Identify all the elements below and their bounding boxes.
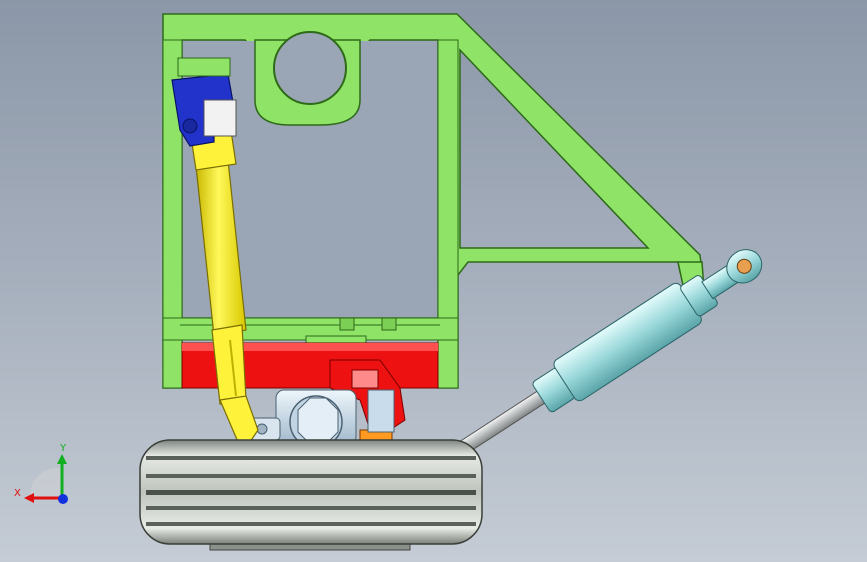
cad-viewport[interactable]: Y X xyxy=(0,0,867,562)
landing-gear-model[interactable]: Y X xyxy=(0,0,867,562)
hydraulic-cylinder[interactable] xyxy=(444,236,772,472)
z-axis-dot xyxy=(58,494,68,504)
blue-clevis[interactable] xyxy=(171,57,237,147)
x-axis-label: X xyxy=(14,488,21,499)
y-axis-label: Y xyxy=(59,443,67,454)
coordinate-triad: Y X xyxy=(14,443,68,504)
tire[interactable] xyxy=(139,439,483,551)
